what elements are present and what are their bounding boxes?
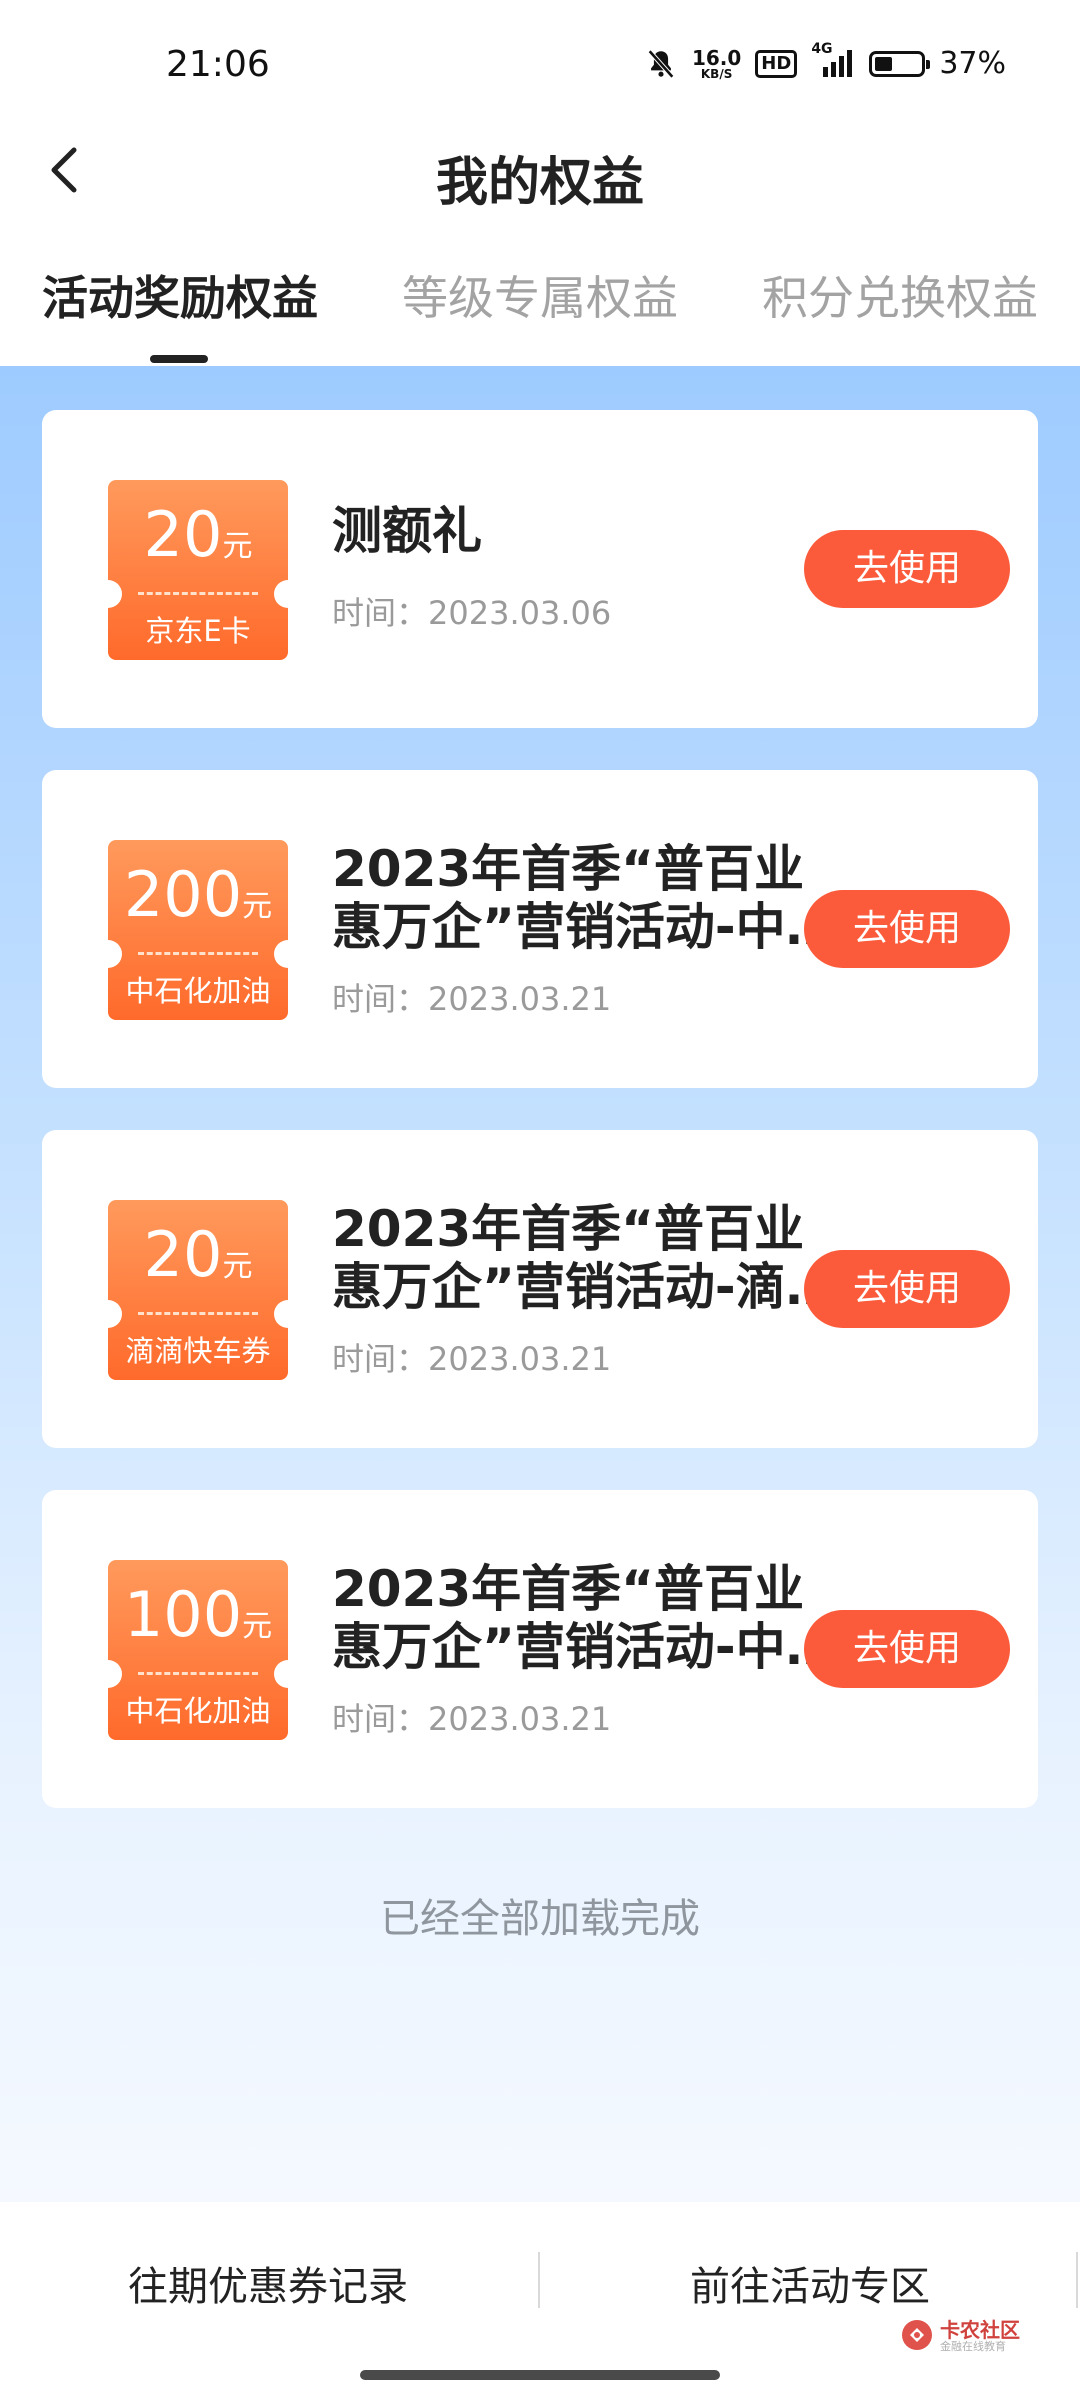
- card-time: 时间：2023.03.06: [332, 594, 612, 632]
- coupon-badge: 200元 中石化加油: [108, 840, 288, 1020]
- status-icons: 16.0 KB/S HD 4G 37%: [644, 41, 1006, 81]
- signal-label: 4G: [811, 40, 833, 57]
- use-button[interactable]: 去使用: [804, 890, 1010, 968]
- card-title: 2023年首季“普百业惠万企”营销活动-中石化加油: [332, 1560, 836, 1676]
- watermark-logo-icon: [902, 2320, 932, 2350]
- coupon-unit: 元: [242, 1609, 273, 1644]
- page-title: 我的权益: [435, 153, 644, 213]
- coupon-unit: 元: [242, 889, 273, 924]
- hd-icon: HD: [755, 49, 798, 78]
- status-bar: 21:06 16.0 KB/S HD 4G 37%: [0, 0, 1080, 130]
- coupon-badge: 20元 滴滴快车券: [108, 1200, 288, 1380]
- rights-card: 20元 京东E卡 测额礼 时间：2023.03.06 去使用: [42, 410, 1038, 728]
- coupon-amount: 20: [143, 1218, 223, 1291]
- coupon-amount: 20: [143, 498, 223, 571]
- coupon-badge: 20元 京东E卡: [108, 480, 288, 660]
- tab-points-exchange[interactable]: 积分兑换权益: [762, 262, 1038, 328]
- card-title: 2023年首季“普百业惠万企”营销活动-中石化加油: [332, 840, 836, 956]
- signal-4g-icon: 4G: [811, 41, 855, 79]
- coupon-type: 滴滴快车券: [125, 1334, 271, 1368]
- coupon-amount: 200: [123, 858, 243, 931]
- card-title: 2023年首季“普百业惠万企”营销活动-滴滴快车券: [332, 1200, 836, 1316]
- coupon-type: 中石化加油: [125, 1694, 271, 1728]
- coupon-badge: 100元 中石化加油: [108, 1560, 288, 1740]
- tab-bar: 活动奖励权益 等级专属权益 积分兑换权益: [0, 262, 1080, 362]
- home-indicator[interactable]: [360, 2370, 720, 2380]
- coupon-unit: 元: [222, 1249, 253, 1284]
- use-button[interactable]: 去使用: [804, 530, 1010, 608]
- bottom-divider: [1076, 2252, 1078, 2308]
- battery-icon: [869, 50, 931, 77]
- rights-card: 20元 滴滴快车券 2023年首季“普百业惠万企”营销活动-滴滴快车券 时间：2…: [42, 1130, 1038, 1448]
- status-time: 21:06: [166, 44, 270, 85]
- rights-list: 20元 京东E卡 测额礼 时间：2023.03.06 去使用 200元 中石化加…: [0, 366, 1080, 2202]
- coupon-type: 京东E卡: [145, 614, 251, 648]
- active-tab-indicator: [150, 355, 208, 363]
- activity-zone-link[interactable]: 前往活动专区: [690, 2254, 930, 2312]
- bottom-divider: [538, 2252, 540, 2308]
- card-time: 时间：2023.03.21: [332, 980, 612, 1018]
- card-time: 时间：2023.03.21: [332, 1340, 612, 1378]
- battery-percent: 37%: [939, 46, 1006, 81]
- tab-activity-rewards[interactable]: 活动奖励权益: [42, 262, 318, 328]
- bottom-bar: 往期优惠券记录 前往活动专区 卡农社区 金融在线教育: [0, 2202, 1080, 2353]
- use-button[interactable]: 去使用: [804, 1250, 1010, 1328]
- card-title: 测额礼: [332, 502, 482, 560]
- net-speed-indicator: 16.0 KB/S: [692, 48, 741, 80]
- past-coupons-link[interactable]: 往期优惠券记录: [128, 2254, 408, 2312]
- coupon-type: 中石化加油: [125, 974, 271, 1008]
- coupon-unit: 元: [222, 529, 253, 564]
- coupon-amount: 100: [123, 1578, 243, 1651]
- card-time: 时间：2023.03.21: [332, 1700, 612, 1738]
- use-button[interactable]: 去使用: [804, 1610, 1010, 1688]
- rights-card: 200元 中石化加油 2023年首季“普百业惠万企”营销活动-中石化加油 时间：…: [42, 770, 1038, 1088]
- watermark: 卡农社区 金融在线教育: [900, 2314, 1020, 2358]
- bell-mute-icon: [644, 47, 678, 81]
- watermark-subtext: 金融在线教育: [940, 2340, 1006, 2353]
- tab-level-exclusive[interactable]: 等级专属权益: [402, 262, 678, 328]
- rights-card: 100元 中石化加油 2023年首季“普百业惠万企”营销活动-中石化加油 时间：…: [42, 1490, 1038, 1808]
- net-speed-value: 16.0: [691, 45, 742, 70]
- list-end-text: 已经全部加载完成: [380, 1896, 700, 1942]
